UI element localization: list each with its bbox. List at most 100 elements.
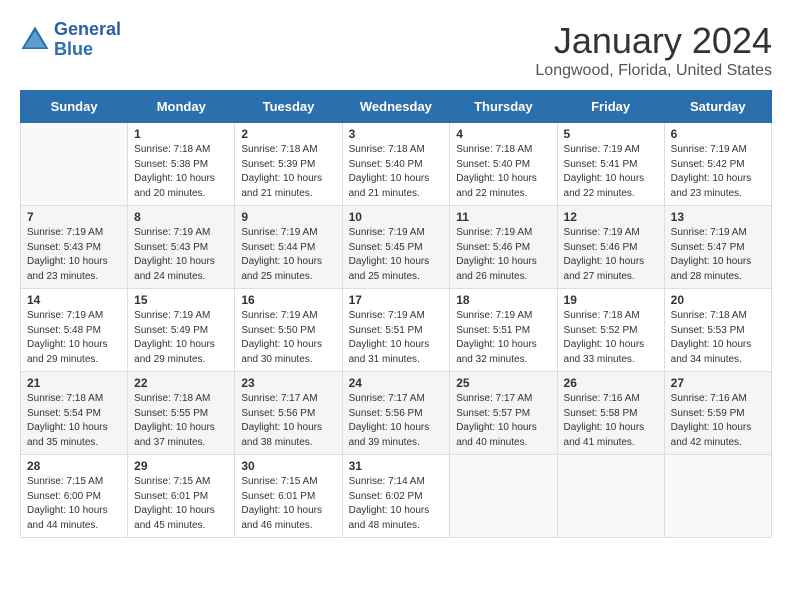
day-detail: Sunrise: 7:19 AMSunset: 5:45 PMDaylight:… bbox=[349, 226, 444, 284]
day-detail: Sunrise: 7:19 AMSunset: 5:42 PMDaylight:… bbox=[671, 143, 765, 201]
day-number: 4 bbox=[456, 127, 550, 141]
calendar-week-row: 1 Sunrise: 7:18 AMSunset: 5:38 PMDaylight… bbox=[21, 123, 772, 206]
calendar-day-cell: 1 Sunrise: 7:18 AMSunset: 5:38 PMDaylight… bbox=[128, 123, 235, 206]
calendar-day-cell: 12 Sunrise: 7:19 AMSunset: 5:46 PMDayligh… bbox=[557, 206, 664, 289]
day-number: 30 bbox=[241, 459, 335, 473]
day-number: 22 bbox=[134, 376, 228, 390]
month-title: January 2024 bbox=[535, 20, 772, 62]
day-detail: Sunrise: 7:17 AMSunset: 5:56 PMDaylight:… bbox=[349, 392, 444, 450]
day-detail: Sunrise: 7:18 AMSunset: 5:52 PMDaylight:… bbox=[564, 309, 658, 367]
day-number: 16 bbox=[241, 293, 335, 307]
calendar-day-cell bbox=[450, 455, 557, 538]
day-number: 17 bbox=[349, 293, 444, 307]
weekday-header-monday: Monday bbox=[128, 91, 235, 123]
day-detail: Sunrise: 7:19 AMSunset: 5:51 PMDaylight:… bbox=[456, 309, 550, 367]
day-detail: Sunrise: 7:19 AMSunset: 5:48 PMDaylight:… bbox=[27, 309, 121, 367]
day-detail: Sunrise: 7:15 AMSunset: 6:01 PMDaylight:… bbox=[241, 475, 335, 533]
day-number: 8 bbox=[134, 210, 228, 224]
day-number: 1 bbox=[134, 127, 228, 141]
calendar-day-cell bbox=[557, 455, 664, 538]
weekday-header-saturday: Saturday bbox=[664, 91, 771, 123]
day-number: 9 bbox=[241, 210, 335, 224]
day-number: 6 bbox=[671, 127, 765, 141]
calendar-day-cell: 7Sunrise: 7:19 AMSunset: 5:43 PMDaylight… bbox=[21, 206, 128, 289]
day-number: 29 bbox=[134, 459, 228, 473]
calendar-day-cell: 6 Sunrise: 7:19 AMSunset: 5:42 PMDaylight… bbox=[664, 123, 771, 206]
day-detail: Sunrise: 7:18 AMSunset: 5:54 PMDaylight:… bbox=[27, 392, 121, 450]
day-number: 11 bbox=[456, 210, 550, 224]
calendar-day-cell: 29 Sunrise: 7:15 AMSunset: 6:01 PMDayligh… bbox=[128, 455, 235, 538]
page-header: General Blue January 2024 Longwood, Flor… bbox=[20, 20, 772, 80]
calendar-day-cell: 25 Sunrise: 7:17 AMSunset: 5:57 PMDayligh… bbox=[450, 372, 557, 455]
calendar-day-cell: 27Sunrise: 7:16 AMSunset: 5:59 PMDayligh… bbox=[664, 372, 771, 455]
calendar-day-cell: 8 Sunrise: 7:19 AMSunset: 5:43 PMDaylight… bbox=[128, 206, 235, 289]
day-number: 2 bbox=[241, 127, 335, 141]
logo-icon bbox=[20, 25, 50, 55]
calendar-day-cell bbox=[21, 123, 128, 206]
day-number: 20 bbox=[671, 293, 765, 307]
calendar-day-cell: 9 Sunrise: 7:19 AMSunset: 5:44 PMDaylight… bbox=[235, 206, 342, 289]
calendar-day-cell bbox=[664, 455, 771, 538]
day-number: 3 bbox=[349, 127, 444, 141]
day-detail: Sunrise: 7:17 AMSunset: 5:56 PMDaylight:… bbox=[241, 392, 335, 450]
calendar-day-cell: 22Sunrise: 7:18 AMSunset: 5:55 PMDayligh… bbox=[128, 372, 235, 455]
day-number: 25 bbox=[456, 376, 550, 390]
calendar-week-row: 28 Sunrise: 7:15 AMSunset: 6:00 PMDayligh… bbox=[21, 455, 772, 538]
day-detail: Sunrise: 7:19 AMSunset: 5:44 PMDaylight:… bbox=[241, 226, 335, 284]
day-number: 19 bbox=[564, 293, 658, 307]
title-block: January 2024 Longwood, Florida, United S… bbox=[535, 20, 772, 80]
calendar-week-row: 7 Sunrise: 7:19 AMSunset: 5:43 PMDaylight… bbox=[21, 206, 772, 289]
calendar-day-cell: 2 Sunrise: 7:18 AMSunset: 5:39 PMDaylight… bbox=[235, 123, 342, 206]
calendar-day-cell: 28 Sunrise: 7:15 AMSunset: 6:00 PMDayligh… bbox=[21, 455, 128, 538]
calendar-day-cell: 5 Sunrise: 7:19 AMSunset: 5:41 PMDaylight… bbox=[557, 123, 664, 206]
calendar-day-cell: 11Sunrise: 7:19 AMSunset: 5:46 PMDayligh… bbox=[450, 206, 557, 289]
calendar-day-cell: 14Sunrise: 7:19 AMSunset: 5:48 PMDayligh… bbox=[21, 289, 128, 372]
calendar-week-row: 21Sunrise: 7:18 AMSunset: 5:54 PMDayligh… bbox=[21, 372, 772, 455]
calendar-week-row: 14Sunrise: 7:19 AMSunset: 5:48 PMDayligh… bbox=[21, 289, 772, 372]
day-detail: Sunrise: 7:15 AMSunset: 6:01 PMDaylight:… bbox=[134, 475, 228, 533]
day-detail: Sunrise: 7:19 AMSunset: 5:51 PMDaylight:… bbox=[349, 309, 444, 367]
day-detail: Sunrise: 7:14 AMSunset: 6:02 PMDaylight:… bbox=[349, 475, 444, 533]
day-number: 28 bbox=[27, 459, 121, 473]
calendar-day-cell: 18Sunrise: 7:19 AMSunset: 5:51 PMDayligh… bbox=[450, 289, 557, 372]
day-number: 13 bbox=[671, 210, 765, 224]
day-detail: Sunrise: 7:19 AMSunset: 5:43 PMDaylight:… bbox=[134, 226, 228, 284]
calendar-day-cell: 23 Sunrise: 7:17 AMSunset: 5:56 PMDayligh… bbox=[235, 372, 342, 455]
weekday-header-row: SundayMondayTuesdayWednesdayThursdayFrid… bbox=[21, 91, 772, 123]
day-number: 27 bbox=[671, 376, 765, 390]
calendar-day-cell: 30 Sunrise: 7:15 AMSunset: 6:01 PMDayligh… bbox=[235, 455, 342, 538]
day-number: 12 bbox=[564, 210, 658, 224]
location-title: Longwood, Florida, United States bbox=[535, 62, 772, 80]
day-detail: Sunrise: 7:17 AMSunset: 5:57 PMDaylight:… bbox=[456, 392, 550, 450]
calendar-body: 1 Sunrise: 7:18 AMSunset: 5:38 PMDaylight… bbox=[21, 123, 772, 538]
logo: General Blue bbox=[20, 20, 121, 60]
calendar-day-cell: 15Sunrise: 7:19 AMSunset: 5:49 PMDayligh… bbox=[128, 289, 235, 372]
calendar-day-cell: 3 Sunrise: 7:18 AMSunset: 5:40 PMDaylight… bbox=[342, 123, 450, 206]
calendar-table: SundayMondayTuesdayWednesdayThursdayFrid… bbox=[20, 90, 772, 538]
day-number: 24 bbox=[349, 376, 444, 390]
weekday-header-thursday: Thursday bbox=[450, 91, 557, 123]
day-detail: Sunrise: 7:18 AMSunset: 5:39 PMDaylight:… bbox=[241, 143, 335, 201]
day-number: 23 bbox=[241, 376, 335, 390]
day-number: 31 bbox=[349, 459, 444, 473]
day-detail: Sunrise: 7:19 AMSunset: 5:46 PMDaylight:… bbox=[564, 226, 658, 284]
weekday-header-friday: Friday bbox=[557, 91, 664, 123]
day-detail: Sunrise: 7:15 AMSunset: 6:00 PMDaylight:… bbox=[27, 475, 121, 533]
day-detail: Sunrise: 7:18 AMSunset: 5:40 PMDaylight:… bbox=[456, 143, 550, 201]
calendar-day-cell: 19 Sunrise: 7:18 AMSunset: 5:52 PMDayligh… bbox=[557, 289, 664, 372]
day-number: 10 bbox=[349, 210, 444, 224]
day-detail: Sunrise: 7:19 AMSunset: 5:41 PMDaylight:… bbox=[564, 143, 658, 201]
day-detail: Sunrise: 7:19 AMSunset: 5:47 PMDaylight:… bbox=[671, 226, 765, 284]
calendar-day-cell: 24 Sunrise: 7:17 AMSunset: 5:56 PMDayligh… bbox=[342, 372, 450, 455]
day-number: 5 bbox=[564, 127, 658, 141]
weekday-header-sunday: Sunday bbox=[21, 91, 128, 123]
calendar-day-cell: 16Sunrise: 7:19 AMSunset: 5:50 PMDayligh… bbox=[235, 289, 342, 372]
calendar-day-cell: 26Sunrise: 7:16 AMSunset: 5:58 PMDayligh… bbox=[557, 372, 664, 455]
day-number: 15 bbox=[134, 293, 228, 307]
day-detail: Sunrise: 7:18 AMSunset: 5:38 PMDaylight:… bbox=[134, 143, 228, 201]
weekday-header-wednesday: Wednesday bbox=[342, 91, 450, 123]
calendar-day-cell: 4 Sunrise: 7:18 AMSunset: 5:40 PMDaylight… bbox=[450, 123, 557, 206]
calendar-day-cell: 13 Sunrise: 7:19 AMSunset: 5:47 PMDayligh… bbox=[664, 206, 771, 289]
day-detail: Sunrise: 7:18 AMSunset: 5:40 PMDaylight:… bbox=[349, 143, 444, 201]
day-number: 7 bbox=[27, 210, 121, 224]
